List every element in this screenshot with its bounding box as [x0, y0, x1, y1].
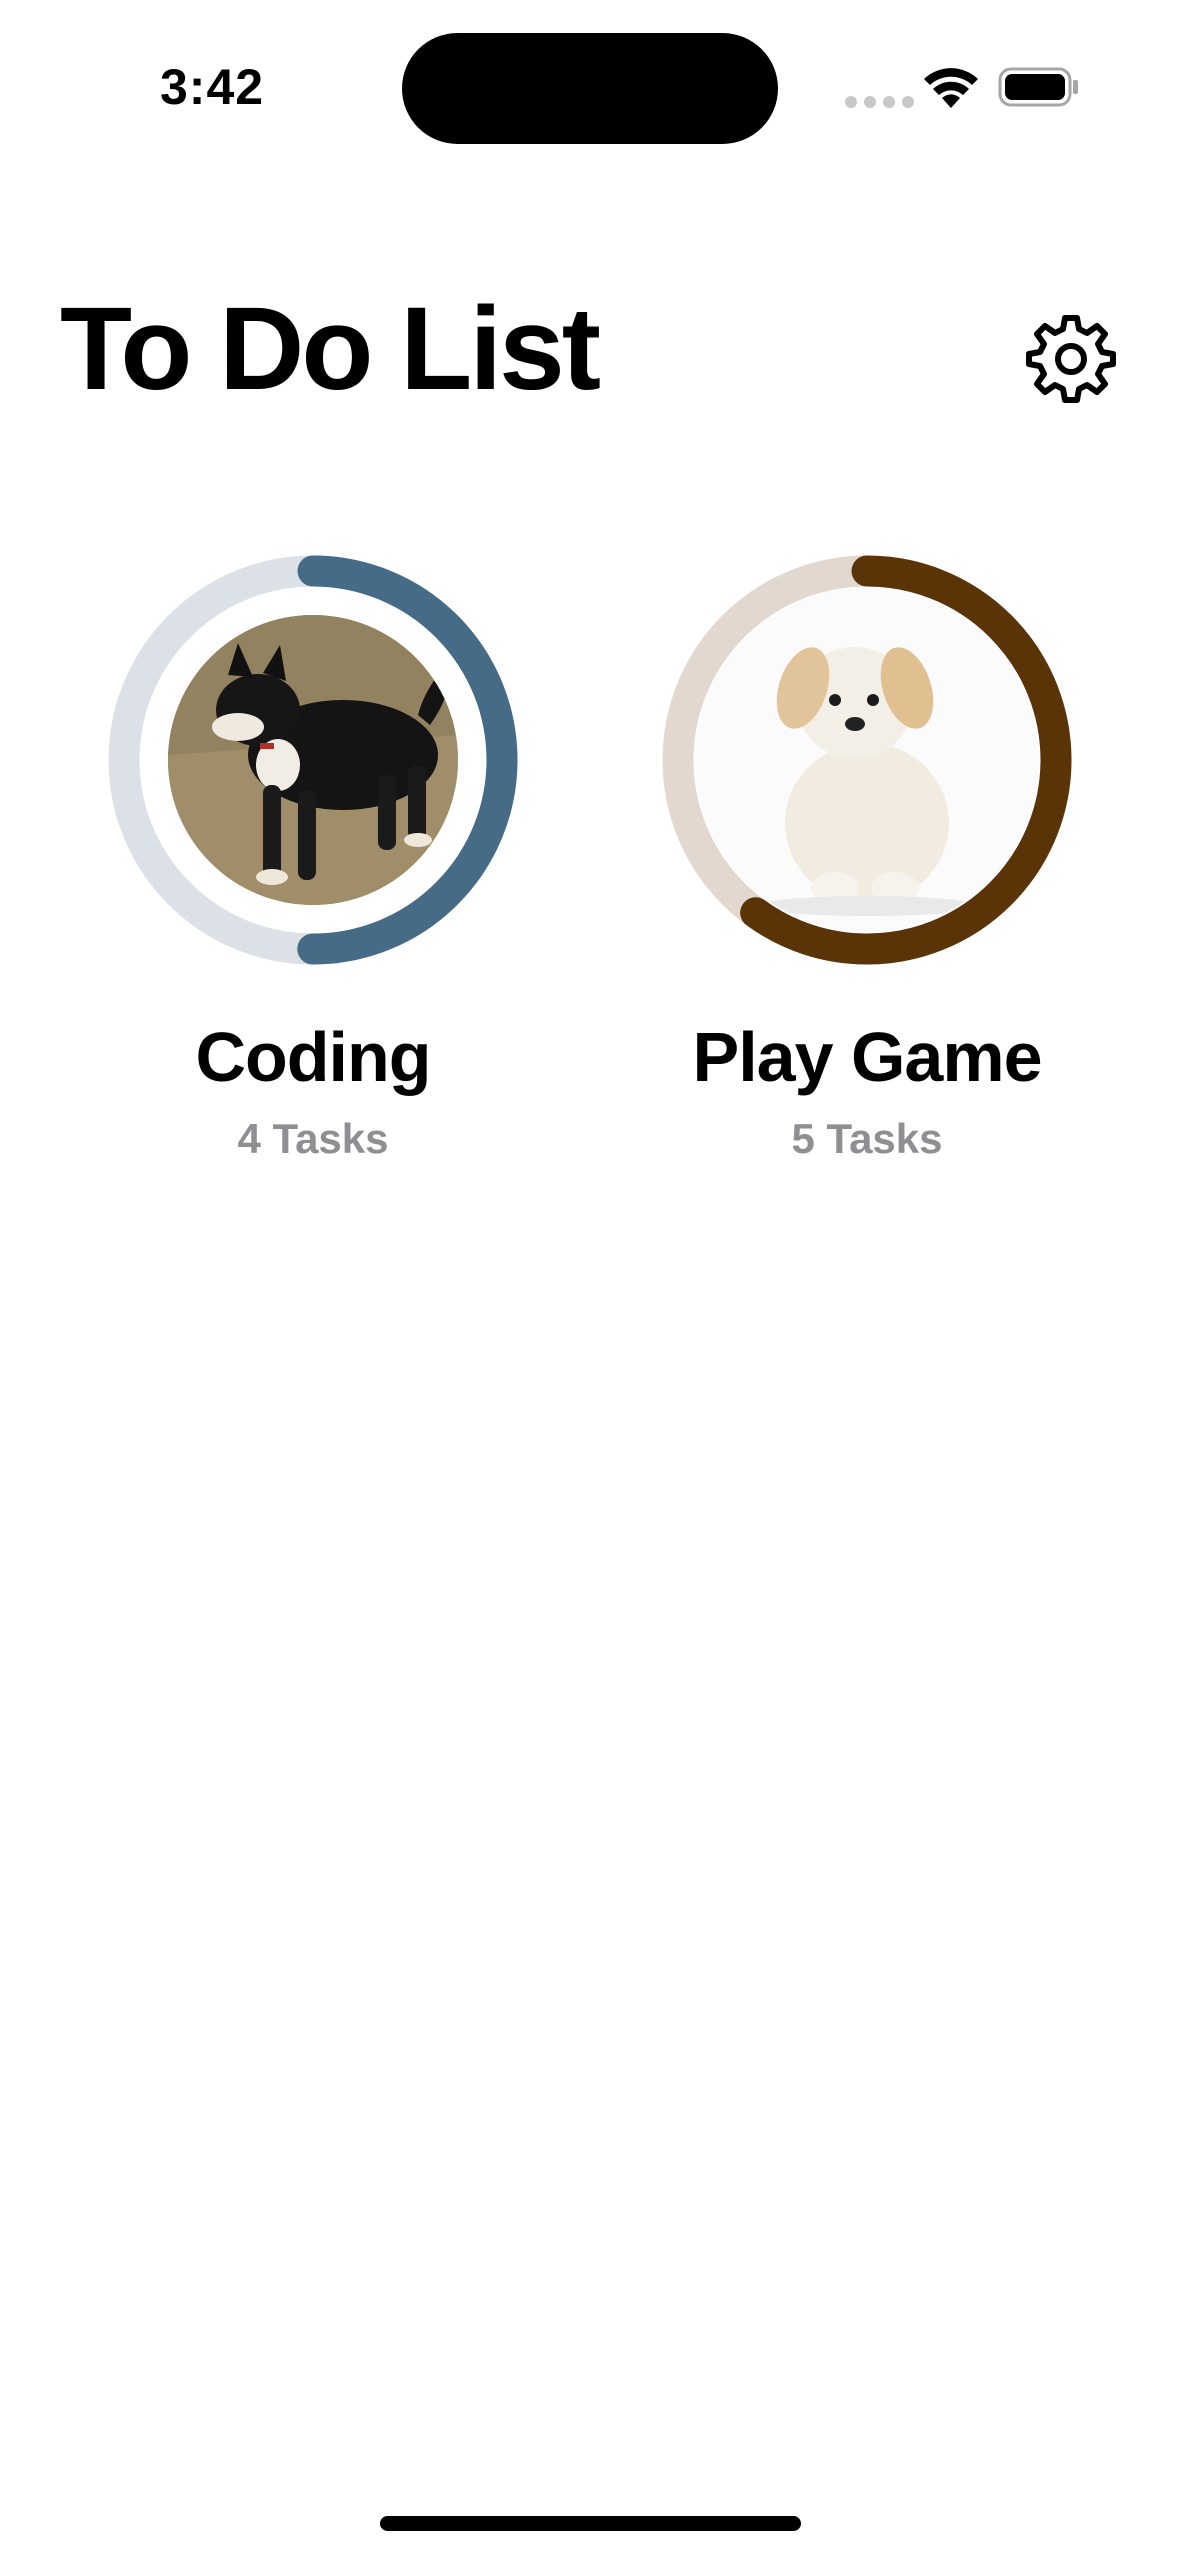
gear-icon	[1026, 315, 1116, 403]
category-task-count: 5 Tasks	[791, 1115, 943, 1162]
battery-icon	[998, 67, 1078, 107]
progress-ring	[662, 555, 1072, 965]
screen: 3:42 To Do List Coding 4 Tasks Play Game…	[0, 0, 1179, 2556]
category-card-play-game[interactable]: Play Game 5 Tasks	[647, 555, 1087, 1175]
category-title: Coding	[195, 1018, 431, 1096]
category-task-count: 4 Tasks	[237, 1115, 389, 1162]
progress-ring	[108, 555, 518, 965]
cellular-signal-icon	[845, 96, 914, 108]
page-title: To Do List	[60, 283, 601, 415]
category-image	[695, 588, 1039, 932]
category-image	[168, 615, 458, 905]
wifi-icon	[924, 68, 978, 108]
category-card-coding[interactable]: Coding 4 Tasks	[93, 555, 533, 1175]
category-title: Play Game	[692, 1018, 1043, 1096]
dynamic-island	[402, 33, 778, 144]
settings-button[interactable]	[1025, 312, 1117, 404]
status-time: 3:42	[160, 59, 265, 115]
home-indicator[interactable]	[380, 2516, 801, 2531]
